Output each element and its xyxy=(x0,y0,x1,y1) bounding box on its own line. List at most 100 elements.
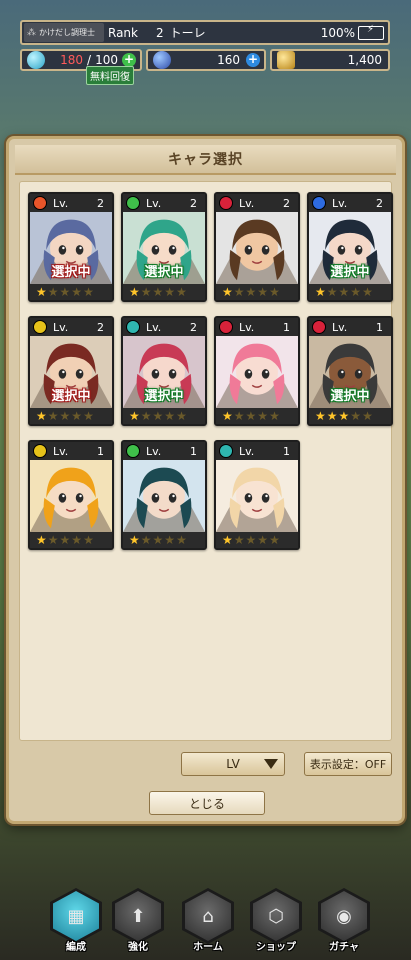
nav-label: 強化 xyxy=(128,942,148,953)
star-icon: ★ xyxy=(233,533,245,547)
star-icon: ★ xyxy=(59,409,71,423)
star-icon: ★ xyxy=(269,533,280,547)
gem-icon xyxy=(153,51,171,69)
character-card[interactable]: Lv. 2 ★ ★ ★ ★ ★ xyxy=(214,192,300,302)
star-icon: ★ xyxy=(315,285,326,299)
character-card[interactable]: Lv. 1 ★ ★ ★ ★ ★ xyxy=(28,440,114,550)
star-icon: ★ xyxy=(326,285,338,299)
star-icon: ★ xyxy=(83,409,94,423)
star-icon: ★ xyxy=(164,285,176,299)
character-card[interactable]: Lv. 1 選択中 ★ ★ ★ ★ ★ xyxy=(307,316,393,426)
nav-item-gacha[interactable]: ◉ ガチャ xyxy=(312,888,376,956)
character-card[interactable]: Lv. 1 ★ ★ ★ ★ ★ xyxy=(214,316,300,426)
stamina-current: 180 xyxy=(60,53,84,67)
element-fire-icon xyxy=(33,196,47,210)
card-header: Lv. 1 xyxy=(216,318,298,336)
card-header: Lv. 1 xyxy=(309,318,391,336)
star-icon: ★ xyxy=(36,409,47,423)
nav-item-shop[interactable]: ⬡ ショップ xyxy=(244,888,308,956)
character-card[interactable]: Lv. 2 選択中 ★ ★ ★ ★ ★ xyxy=(28,192,114,302)
level-label: Lv. xyxy=(53,320,69,334)
character-card[interactable]: Lv. 2 選択中 ★ ★ ★ ★ ★ xyxy=(28,316,114,426)
character-portrait xyxy=(123,460,205,532)
element-fire-icon xyxy=(219,320,233,334)
star-icon: ★ xyxy=(83,533,94,547)
star-icon: ★ xyxy=(47,409,59,423)
battery-percent: 100% xyxy=(320,25,355,40)
element-water-icon xyxy=(312,196,326,210)
star-icon: ★ xyxy=(338,409,350,423)
shop-icon: ⬡ xyxy=(253,891,299,941)
level-label: Lv. xyxy=(239,320,255,334)
add-stamina-button[interactable]: + xyxy=(122,53,136,67)
character-card[interactable]: Lv. 2 選択中 ★ ★ ★ ★ ★ xyxy=(121,316,207,426)
element-fire-icon xyxy=(219,196,233,210)
level-label: Lv. xyxy=(239,196,255,210)
star-icon: ★ xyxy=(164,409,176,423)
star-icon: ★ xyxy=(129,285,140,299)
dropdown-arrow-icon xyxy=(264,759,278,769)
gold-bar: 1,400 xyxy=(270,49,390,71)
rank-value: 2 xyxy=(155,25,164,40)
free-recovery-label[interactable]: 無料回復 xyxy=(86,66,134,85)
stamina-max: 100 xyxy=(95,53,118,67)
star-icon: ★ xyxy=(152,409,164,423)
level-label: Lv. xyxy=(332,196,348,210)
sort-dropdown[interactable]: LV xyxy=(181,752,285,776)
battery-indicator: 100% xyxy=(320,24,384,40)
card-header: Lv. 2 xyxy=(30,318,112,336)
rarity-stars: ★ ★ ★ ★ ★ xyxy=(30,284,112,300)
nav-item-home[interactable]: ⌂ ホーム xyxy=(176,888,240,956)
character-portrait xyxy=(216,460,298,532)
star-icon: ★ xyxy=(257,285,269,299)
close-button[interactable]: とじる xyxy=(149,791,265,815)
bottom-nav: ▦ 編成 ⬆ 強化 ⌂ ホーム ⬡ ショップ ◉ ガチャ xyxy=(0,880,411,960)
level-label: Lv. xyxy=(239,444,255,458)
battery-icon xyxy=(358,24,384,40)
star-icon: ★ xyxy=(326,409,338,423)
star-icon: ★ xyxy=(71,285,83,299)
selected-badge: 選択中 xyxy=(144,265,184,280)
player-title-badge[interactable]: ⁂ かけだし調理士 xyxy=(24,23,104,42)
star-icon: ★ xyxy=(257,409,269,423)
level-value: 2 xyxy=(190,320,197,334)
nav-label: ホーム xyxy=(193,942,223,953)
card-header: Lv. 1 xyxy=(123,442,205,460)
card-header: Lv. 2 xyxy=(216,194,298,212)
star-icon: ★ xyxy=(176,533,187,547)
level-value: 2 xyxy=(283,196,290,210)
card-header: Lv. 2 xyxy=(123,318,205,336)
character-card[interactable]: Lv. 2 選択中 ★ ★ ★ ★ ★ xyxy=(307,192,393,302)
character-portrait xyxy=(216,336,298,408)
star-icon: ★ xyxy=(140,409,152,423)
gem-bar: 160 + xyxy=(146,49,266,71)
display-setting-button[interactable]: 表示設定：OFF xyxy=(304,752,392,776)
gem-count: 160 xyxy=(217,53,240,67)
gacha-icon: ◉ xyxy=(321,891,367,941)
selected-badge: 選択中 xyxy=(51,265,91,280)
add-gem-button[interactable]: + xyxy=(246,53,260,67)
player-title: かけだし調理士 xyxy=(39,28,95,37)
star-icon: ★ xyxy=(83,285,94,299)
star-icon: ★ xyxy=(47,285,59,299)
upgrade-icon: ⬆ xyxy=(115,891,161,941)
star-icon: ★ xyxy=(47,533,59,547)
level-value: 2 xyxy=(97,196,104,210)
character-card[interactable]: Lv. 1 ★ ★ ★ ★ ★ xyxy=(214,440,300,550)
level-value: 1 xyxy=(283,444,290,458)
rarity-stars: ★ ★ ★ ★ ★ xyxy=(216,532,298,548)
level-label: Lv. xyxy=(146,444,162,458)
nav-item-cards[interactable]: ▦ 編成 xyxy=(44,888,108,956)
rarity-stars: ★ ★ ★ ★ ★ xyxy=(123,408,205,424)
character-card[interactable]: Lv. 2 選択中 ★ ★ ★ ★ ★ xyxy=(121,192,207,302)
character-card[interactable]: Lv. 1 ★ ★ ★ ★ ★ xyxy=(121,440,207,550)
rarity-stars: ★ ★ ★ ★ ★ xyxy=(123,284,205,300)
star-icon: ★ xyxy=(362,285,373,299)
star-icon: ★ xyxy=(129,533,140,547)
level-value: 1 xyxy=(376,320,383,334)
nav-item-upgrade[interactable]: ⬆ 強化 xyxy=(106,888,170,956)
star-icon: ★ xyxy=(257,533,269,547)
element-fire-icon xyxy=(312,320,326,334)
element-wind-icon xyxy=(126,444,140,458)
star-icon: ★ xyxy=(222,409,233,423)
